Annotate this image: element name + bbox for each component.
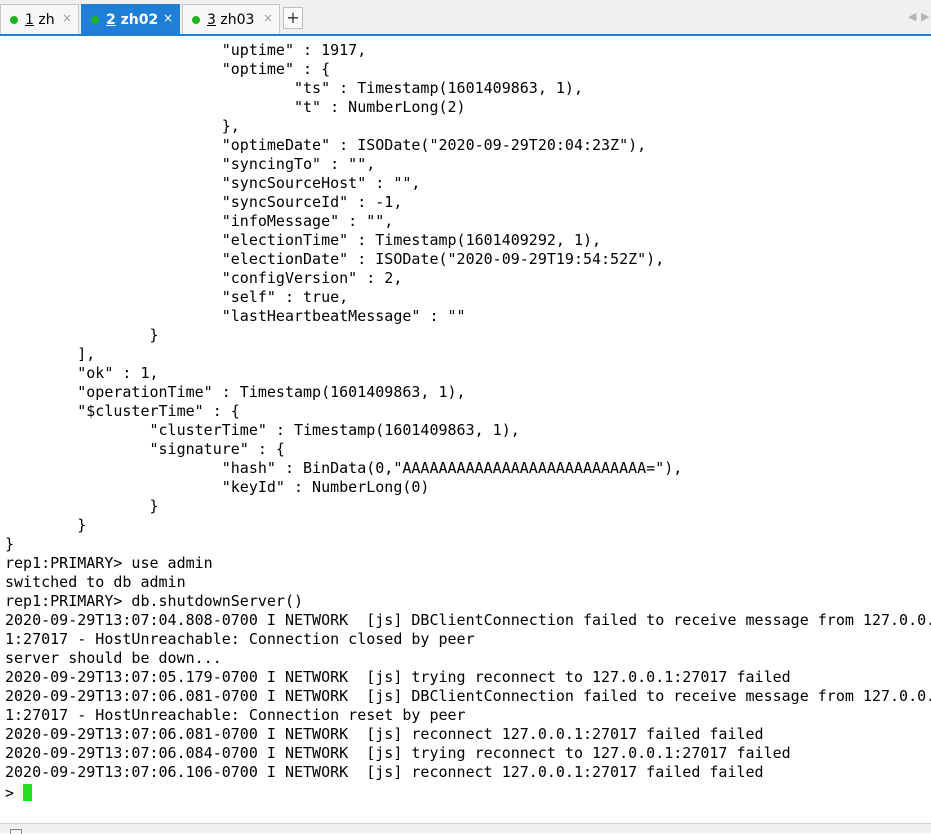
tab-label: zh (33, 11, 55, 28)
status-bar-icon (10, 829, 22, 834)
session-status-dot (192, 15, 200, 24)
terminal-cursor (23, 784, 33, 801)
tab-label: zh02 (115, 11, 159, 28)
session-status-dot (10, 15, 18, 24)
tab-1-zh[interactable]: 1 zh × (0, 4, 79, 34)
close-tab-icon[interactable]: × (263, 11, 273, 25)
scroll-tabs-left-icon[interactable]: ◀ (908, 10, 916, 23)
add-tab-button[interactable]: + (283, 7, 303, 29)
tab-number: 3 (207, 11, 216, 28)
close-tab-icon[interactable]: × (163, 11, 173, 25)
terminal-output-area[interactable]: "uptime" : 1917, "optime" : { "ts" : Tim… (0, 36, 931, 823)
tab-label: zh03 (215, 11, 255, 28)
tab-bar: 1 zh × 2 zh02 × 3 zh03 × + ◀ ▶ (0, 0, 931, 36)
prompt-symbol: > (5, 783, 15, 802)
terminal-prompt-line[interactable]: > (5, 783, 33, 802)
tab-number: 2 (106, 11, 116, 28)
close-tab-icon[interactable]: × (62, 11, 72, 25)
tab-2-zh02[interactable]: 2 zh02 × (81, 4, 180, 34)
terminal-text: "uptime" : 1917, "optime" : { "ts" : Tim… (5, 41, 931, 781)
status-bar (0, 823, 931, 834)
tab-number: 1 (25, 11, 34, 28)
tab-3-zh03[interactable]: 3 zh03 × (182, 4, 280, 34)
scroll-tabs-right-icon[interactable]: ▶ (921, 10, 929, 23)
session-status-dot (91, 15, 99, 24)
